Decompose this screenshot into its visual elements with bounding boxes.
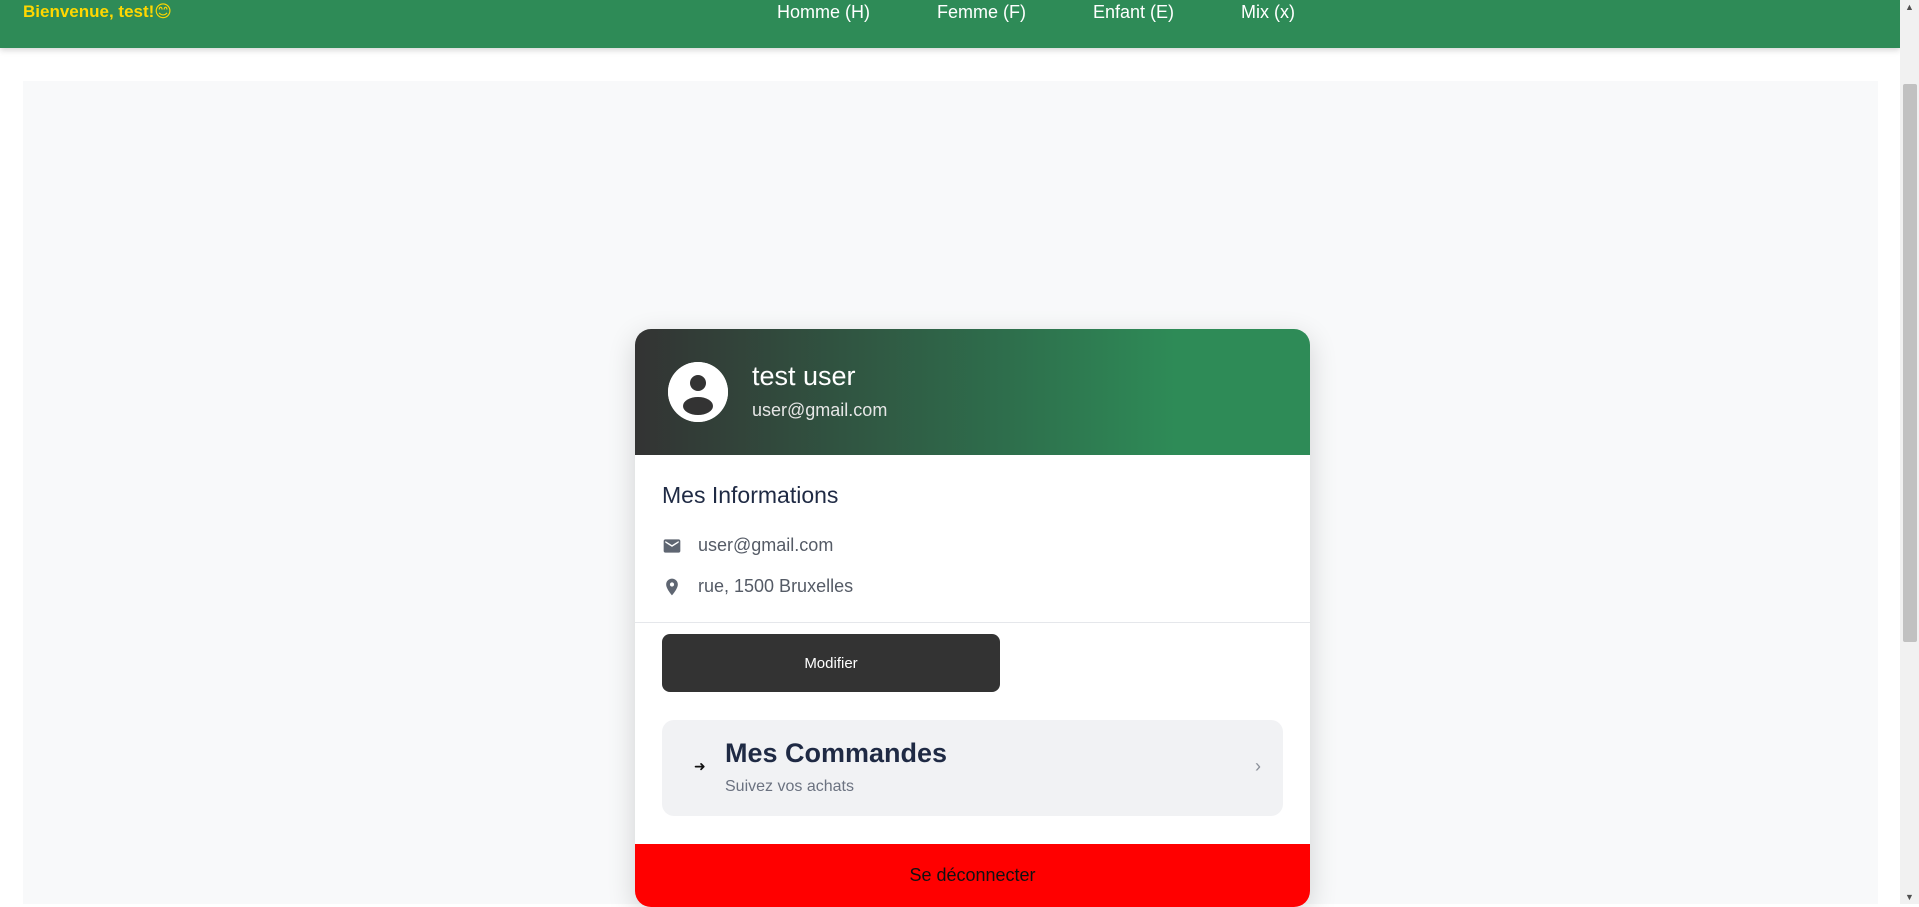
mail-icon <box>663 538 681 553</box>
page-scrollbar[interactable]: ▲ ▼ <box>1900 0 1919 904</box>
scroll-up-icon[interactable]: ▲ <box>1900 0 1919 14</box>
info-title: Mes Informations <box>662 482 839 508</box>
orders-subtitle: Suivez vos achats <box>725 778 854 795</box>
profile-name: test user <box>752 361 856 391</box>
info-email: user@gmail.com <box>698 535 834 555</box>
top-navbar: Bienvenue, test!😊 Homme (H) Femme (F) En… <box>0 0 1900 48</box>
welcome-greeting: Bienvenue, test!😊 <box>23 2 173 21</box>
profile-page-area: test user user@gmail.com Mes Information… <box>23 81 1878 907</box>
profile-card-header: test user user@gmail.com <box>635 329 1310 455</box>
scroll-down-icon[interactable]: ▼ <box>1900 890 1919 904</box>
profile-card: test user user@gmail.com Mes Information… <box>635 329 1310 907</box>
location-pin-icon <box>666 578 678 595</box>
info-email-row: user@gmail.com <box>662 535 833 556</box>
chevron-right-icon: › <box>1255 756 1261 776</box>
nav-link-homme[interactable]: Homme (H) <box>777 2 870 23</box>
logout-button[interactable]: Se déconnecter <box>635 844 1310 907</box>
user-circle-icon <box>668 362 728 422</box>
orders-title: Mes Commandes <box>725 738 948 768</box>
info-address: rue, 1500 Bruxelles <box>698 576 854 596</box>
nav-link-mix[interactable]: Mix (x) <box>1241 2 1295 23</box>
profile-email: user@gmail.com <box>752 400 888 420</box>
nav-link-femme[interactable]: Femme (F) <box>937 2 1026 23</box>
orders-link-card[interactable]: ➜ Mes Commandes Suivez vos achats › <box>662 720 1283 816</box>
info-section: Mes Informations user@gmail.com rue, 150… <box>635 455 1310 623</box>
info-address-row: rue, 1500 Bruxelles <box>662 576 853 597</box>
arrow-right-icon: ➜ <box>694 758 706 774</box>
edit-profile-button[interactable]: Modifier <box>662 634 1000 692</box>
nav-link-enfant[interactable]: Enfant (E) <box>1093 2 1174 23</box>
main-nav: Homme (H) Femme (F) Enfant (E) Mix (x) <box>777 2 1362 23</box>
scrollbar-thumb[interactable] <box>1903 84 1917 642</box>
